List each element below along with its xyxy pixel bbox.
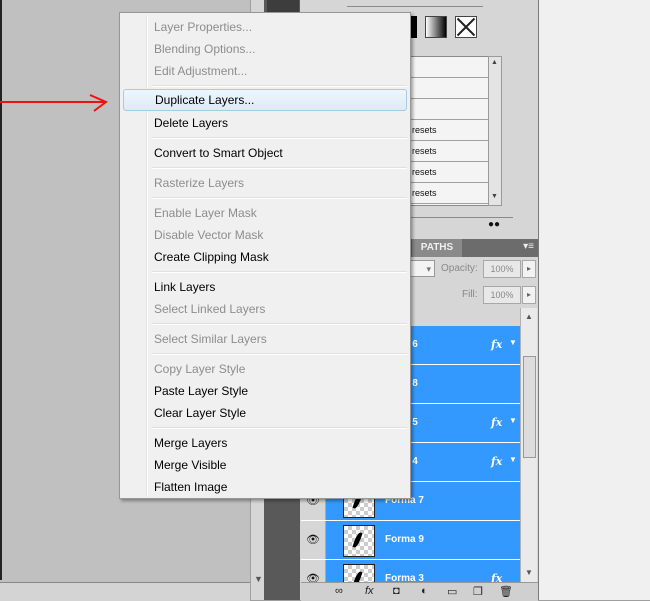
menu-separator bbox=[152, 85, 407, 87]
fill-row: Fill: 100% ▸ bbox=[405, 286, 538, 306]
layers-panel-footer: ∞ fx ◘ ◐ ▭ ❐ 🗑 bbox=[301, 582, 538, 601]
preset-row[interactable] bbox=[406, 78, 488, 99]
panel-top-divider bbox=[347, 6, 483, 7]
menu-separator bbox=[152, 137, 407, 139]
menu-item-merge-visible[interactable]: Merge Visible bbox=[123, 454, 407, 476]
layers-scrollbar[interactable]: ▲ ▼ bbox=[520, 308, 537, 582]
fx-icon[interactable]: fx bbox=[491, 338, 502, 351]
menu-item-convert-smart-object[interactable]: Convert to Smart Object bbox=[123, 142, 407, 164]
scroll-up-icon[interactable]: ▲ bbox=[525, 312, 533, 321]
link-icon[interactable]: ∞ bbox=[335, 585, 343, 597]
menu-item-disable-vector-mask[interactable]: Disable Vector Mask bbox=[123, 224, 407, 246]
menu-item-rasterize-layers[interactable]: Rasterize Layers bbox=[123, 172, 407, 194]
fill-label: Fill: bbox=[462, 289, 478, 300]
menu-item-copy-layer-style[interactable]: Copy Layer Style bbox=[123, 358, 407, 380]
expand-effects-icon[interactable]: ▼ bbox=[509, 338, 517, 347]
menu-item-blending-options[interactable]: Blending Options... bbox=[123, 38, 407, 60]
scroll-thumb[interactable] bbox=[523, 356, 536, 458]
mask-icon[interactable]: ◘ bbox=[393, 585, 400, 597]
preset-row[interactable]: resets bbox=[406, 162, 488, 183]
expand-effects-icon[interactable]: ▼ bbox=[509, 455, 517, 464]
menu-item-delete-layers[interactable]: Delete Layers bbox=[123, 112, 407, 134]
trash-icon[interactable]: 🗑 bbox=[499, 585, 513, 598]
menu-item-flatten-image[interactable]: Flatten Image bbox=[123, 476, 407, 498]
no-style-icon[interactable] bbox=[455, 16, 477, 38]
layer-row[interactable]: 👁 Forma 9 bbox=[301, 521, 520, 560]
scroll-down-icon[interactable]: ▼ bbox=[491, 193, 498, 200]
menu-separator bbox=[152, 271, 407, 273]
menu-item-create-clipping-mask[interactable]: Create Clipping Mask bbox=[123, 246, 407, 268]
layer-thumbnail bbox=[343, 525, 375, 557]
new-layer-icon[interactable]: ❐ bbox=[473, 585, 483, 598]
document-edge bbox=[0, 0, 2, 580]
menu-item-layer-properties[interactable]: Layer Properties... bbox=[123, 16, 407, 38]
menu-separator bbox=[152, 323, 407, 325]
menu-item-edit-adjustment[interactable]: Edit Adjustment... bbox=[123, 60, 407, 82]
status-bar bbox=[0, 582, 250, 601]
menu-separator bbox=[152, 167, 407, 169]
fill-arrow-icon[interactable]: ▸ bbox=[522, 286, 536, 304]
layer-context-menu: Layer Properties... Blending Options... … bbox=[119, 12, 411, 499]
preset-row[interactable] bbox=[406, 99, 488, 120]
preset-row[interactable]: resets bbox=[406, 183, 488, 204]
group-icon[interactable]: ▭ bbox=[447, 585, 457, 598]
opacity-input[interactable]: 100% bbox=[483, 260, 521, 278]
panel-menu-icon[interactable]: ▾≡ bbox=[523, 241, 534, 252]
fx-icon[interactable]: fx bbox=[365, 585, 374, 597]
fx-icon[interactable]: fx bbox=[491, 416, 502, 429]
scroll-down-icon[interactable]: ▼ bbox=[525, 568, 533, 577]
menu-item-clear-layer-style[interactable]: Clear Layer Style bbox=[123, 402, 407, 424]
scroll-up-icon[interactable]: ▲ bbox=[491, 59, 498, 66]
menu-item-select-linked-layers[interactable]: Select Linked Layers bbox=[123, 298, 407, 320]
adjustment-icon[interactable]: ●● bbox=[488, 220, 510, 230]
menu-item-enable-layer-mask[interactable]: Enable Layer Mask bbox=[123, 202, 407, 224]
fill-input[interactable]: 100% bbox=[483, 286, 521, 304]
menu-item-paste-layer-style[interactable]: Paste Layer Style bbox=[123, 380, 407, 402]
menu-item-duplicate-layers[interactable]: Duplicate Layers... bbox=[123, 89, 407, 111]
opacity-label: Opacity: bbox=[441, 263, 478, 274]
layer-name: Forma 9 bbox=[385, 534, 424, 545]
menu-separator bbox=[152, 427, 407, 429]
layers-panel-header: PATHS ▾≡ bbox=[405, 239, 538, 257]
preset-divider bbox=[405, 217, 513, 218]
visibility-eye-icon[interactable]: 👁 bbox=[301, 521, 326, 559]
preset-row[interactable] bbox=[406, 57, 488, 78]
preset-row[interactable]: resets bbox=[406, 120, 488, 141]
fx-icon[interactable]: fx bbox=[491, 455, 502, 468]
menu-separator bbox=[152, 353, 407, 355]
tab-paths[interactable]: PATHS bbox=[412, 239, 462, 257]
annotation-arrow bbox=[0, 94, 108, 112]
workspace-edge bbox=[538, 0, 650, 600]
presets-list: resets resets resets resets bbox=[405, 56, 489, 206]
dock-thumb bbox=[267, 0, 299, 12]
menu-item-select-similar-layers[interactable]: Select Similar Layers bbox=[123, 328, 407, 350]
presets-scrollbar[interactable]: ▲ ▼ bbox=[488, 56, 502, 206]
expand-effects-icon[interactable]: ▼ bbox=[509, 416, 517, 425]
gradient-swatch-icon[interactable] bbox=[425, 16, 447, 38]
preset-row[interactable]: resets bbox=[406, 141, 488, 162]
menu-separator bbox=[152, 197, 407, 199]
adjustment-layer-icon[interactable]: ◐ bbox=[421, 585, 428, 597]
menu-item-link-layers[interactable]: Link Layers bbox=[123, 276, 407, 298]
opacity-arrow-icon[interactable]: ▸ bbox=[522, 260, 536, 278]
opacity-row: ▾ Opacity: 100% ▸ bbox=[405, 260, 538, 280]
menu-item-merge-layers[interactable]: Merge Layers bbox=[123, 432, 407, 454]
scroll-down-icon[interactable]: ▼ bbox=[254, 574, 263, 584]
